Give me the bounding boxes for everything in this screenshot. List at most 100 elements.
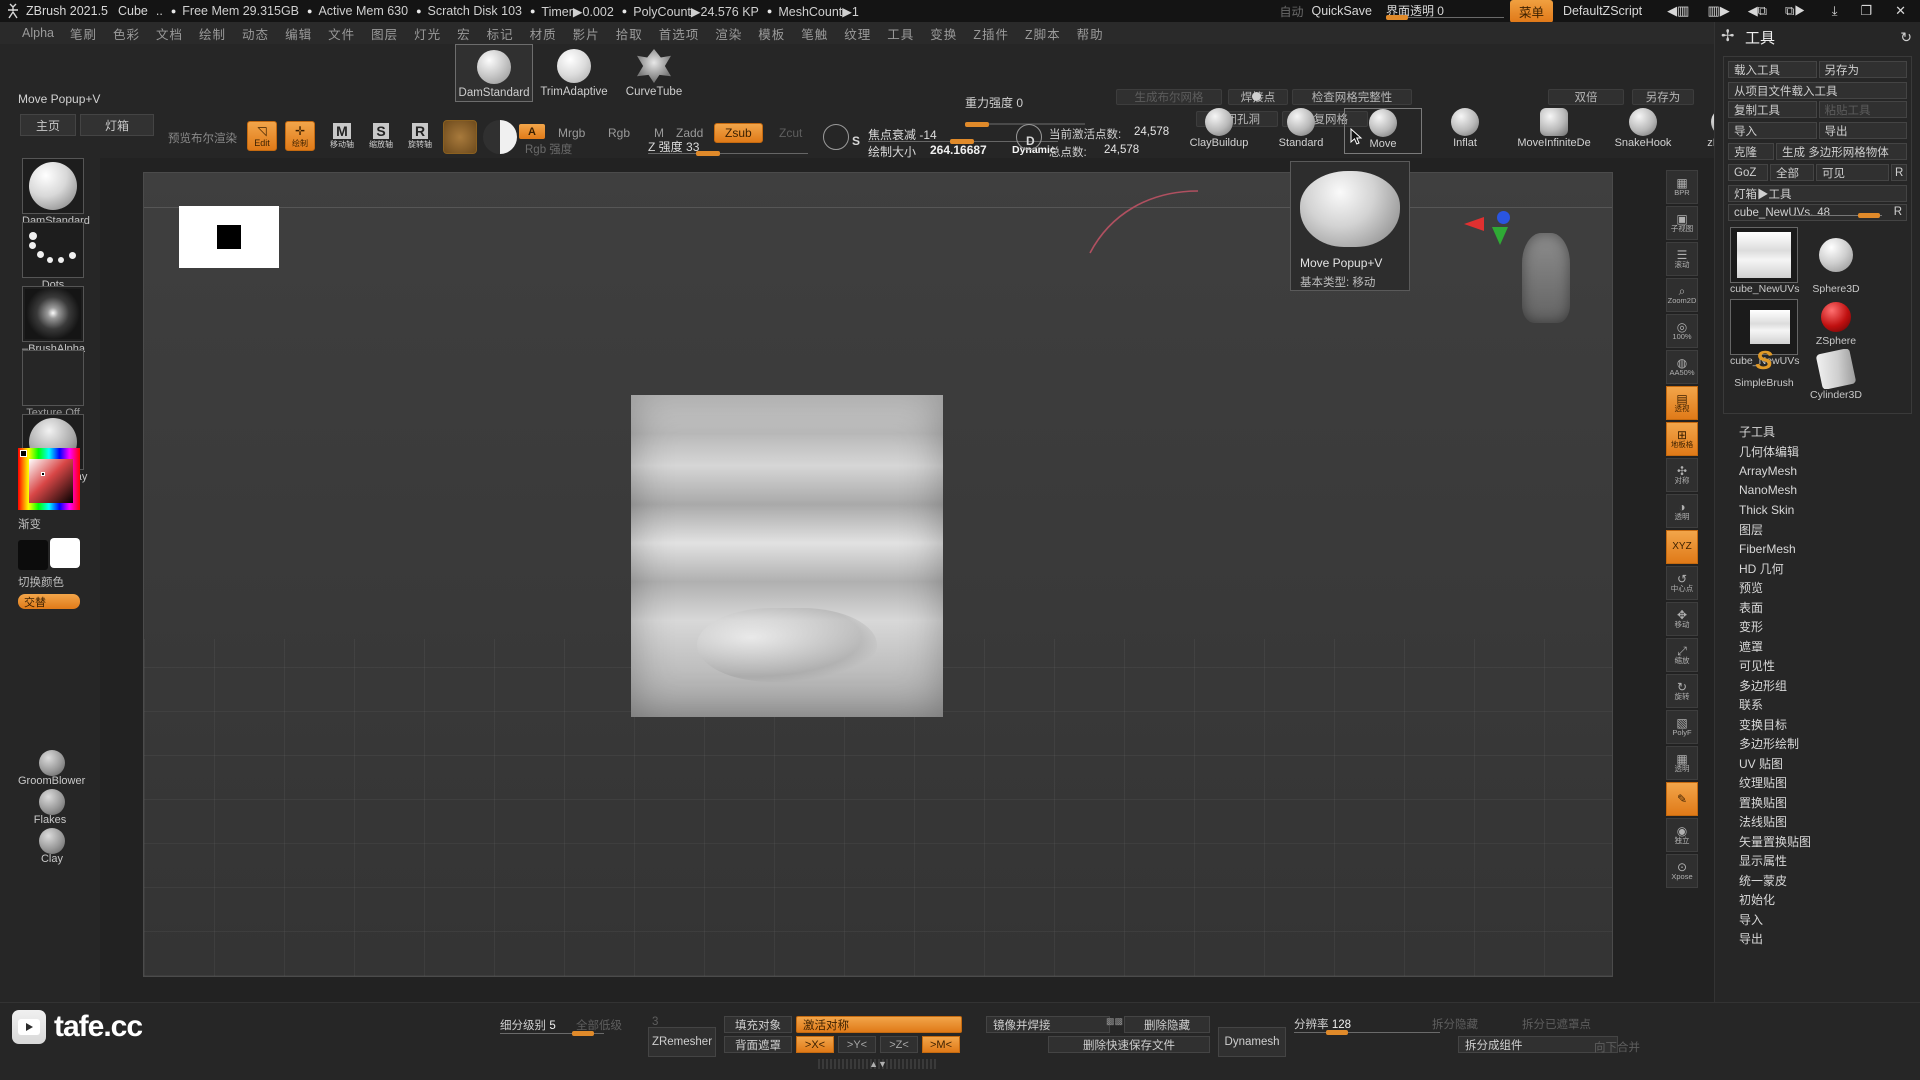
menu-item-macro[interactable]: 宏 — [449, 22, 479, 45]
switch-color-label[interactable]: 切换颜色 — [18, 574, 64, 590]
zoom2d-button[interactable]: ⌕ Zoom2D — [1666, 278, 1698, 312]
section-displacement-map[interactable]: 置换贴图 — [1715, 793, 1920, 813]
brush-slot-moveinfinitede[interactable]: MoveInfiniteDe — [1508, 108, 1600, 154]
symmetry-z-button[interactable]: >Z< — [880, 1036, 918, 1053]
auto-label[interactable]: 自动 — [1279, 3, 1303, 20]
recent-brush-damstandard[interactable]: DamStandard — [455, 44, 533, 102]
slider-knob[interactable] — [1385, 15, 1408, 20]
transparency-button[interactable]: ◑ 透明 — [1666, 494, 1698, 528]
recent-brush-trimadaptive[interactable]: TrimAdaptive — [535, 44, 613, 102]
restore-icon[interactable]: ❐ — [1860, 3, 1872, 19]
import-tool-button[interactable]: 导入 — [1728, 122, 1817, 139]
clone-button[interactable]: 克隆 — [1728, 143, 1774, 160]
viewport-canvas[interactable] — [143, 172, 1613, 977]
save-as-button[interactable]: 另存为 — [1632, 89, 1694, 105]
secondary-color-swatch[interactable] — [50, 538, 80, 568]
symmetry-y-button[interactable]: >Y< — [838, 1036, 876, 1053]
rgb-button[interactable]: Rgb — [600, 124, 638, 142]
section-normal-map[interactable]: 法线贴图 — [1715, 812, 1920, 832]
draw-button[interactable]: ✛ 绘制 — [285, 121, 315, 151]
polyframe-button[interactable]: ▧ PolyF — [1666, 710, 1698, 744]
merge-down-button[interactable]: 向下合并 — [1594, 1039, 1640, 1055]
slider-knob[interactable] — [1326, 1030, 1348, 1035]
scroll-button[interactable]: ☰ 滚动 — [1666, 242, 1698, 276]
menu-item-edit[interactable]: 编辑 — [277, 22, 320, 45]
menu-item-marker[interactable]: 标记 — [479, 22, 522, 45]
move-axis-button[interactable]: M 移动轴 — [327, 121, 357, 151]
alternate-button[interactable]: 交替 — [18, 594, 80, 609]
recent-brush-curvetube[interactable]: CurveTube — [615, 44, 693, 102]
section-nanomesh[interactable]: NanoMesh — [1715, 481, 1920, 501]
z-intensity-slider[interactable]: Z 强度 33 — [648, 138, 808, 156]
frame-button[interactable]: ↺ 中心点 — [1666, 566, 1698, 600]
section-polygroups[interactable]: 多边形组 — [1715, 676, 1920, 696]
section-visibility[interactable]: 可见性 — [1715, 656, 1920, 676]
goz-button[interactable]: GoZ — [1728, 164, 1768, 181]
refresh-icon[interactable]: ↻ — [1900, 29, 1912, 46]
edit-rail-button[interactable]: ✎ — [1666, 782, 1698, 816]
tool-thumb-zsphere[interactable]: ZSphere Cylinder3D — [1802, 299, 1870, 401]
menu-item-stroke[interactable]: 笔触 — [793, 22, 836, 45]
split-hidden-button[interactable]: 拆分隐藏 — [1432, 1016, 1478, 1032]
all-low-button[interactable]: 全部低级 — [576, 1017, 622, 1033]
gradient-label[interactable]: 渐变 — [18, 516, 41, 532]
section-deformation[interactable]: 变形 — [1715, 617, 1920, 637]
aahalf-button[interactable]: ◍ AA50% — [1666, 350, 1698, 384]
menu-item-draw[interactable]: 绘制 — [191, 22, 234, 45]
activate-symmetry-button[interactable]: 激活对称 — [796, 1016, 962, 1033]
rotate-axis-button[interactable]: R 旋转轴 — [405, 121, 435, 151]
menu-item-movie[interactable]: 影片 — [565, 22, 608, 45]
axis-gizmo[interactable] — [1464, 211, 1510, 245]
zremesher-button[interactable]: ZRemesher — [648, 1027, 716, 1057]
fill-object-button[interactable]: 填充对象 — [724, 1016, 792, 1033]
xpose-button[interactable]: ⊙ Xpose — [1666, 854, 1698, 888]
section-polypaint[interactable]: 多边形绘制 — [1715, 734, 1920, 754]
menu-item-stencil[interactable]: 模板 — [750, 22, 793, 45]
load-tool-button[interactable]: 载入工具 — [1728, 61, 1817, 78]
symmetry-x-button[interactable]: >X< — [796, 1036, 834, 1053]
backface-mask-button[interactable]: 背面遮罩 — [724, 1036, 792, 1053]
section-layers[interactable]: 图层 — [1715, 520, 1920, 540]
minimize-icon[interactable]: ⤓ — [1832, 3, 1838, 19]
rotate-button[interactable]: ↻ 旋转 — [1666, 674, 1698, 708]
slider-knob[interactable] — [696, 151, 720, 156]
edit-button[interactable]: ◹ Edit — [247, 121, 277, 151]
section-import[interactable]: 导入 — [1715, 910, 1920, 930]
switch-material-icon[interactable] — [483, 120, 517, 154]
lightbox-tool-button[interactable]: 灯箱▶工具 — [1728, 185, 1907, 202]
symmetry-m-button[interactable]: >M< — [922, 1036, 960, 1053]
tool-thumb-simplebrush[interactable]: S SimpleBrush — [1730, 343, 1798, 405]
prev-tray-icon[interactable]: ◀▥ — [1667, 3, 1689, 19]
menu-item-help[interactable]: 帮助 — [1069, 22, 1112, 45]
move-button[interactable]: ✥ 移动 — [1666, 602, 1698, 636]
floor-button[interactable]: ⊞ 地板格 — [1666, 422, 1698, 456]
tool-thumb-sphere3d[interactable]: Sphere3D — [1802, 227, 1870, 295]
menu-item-file[interactable]: 文件 — [320, 22, 363, 45]
section-surface[interactable]: 表面 — [1715, 598, 1920, 618]
export-tool-button[interactable]: 导出 — [1818, 122, 1907, 139]
subview-button[interactable]: ▣ 子视图 — [1666, 206, 1698, 240]
delete-quicksave-files-button[interactable]: 删除快速保存文件 — [1048, 1036, 1210, 1053]
menu-item-document[interactable]: 文档 — [148, 22, 191, 45]
section-arraymesh[interactable]: ArrayMesh — [1715, 461, 1920, 481]
mirror-and-weld-button[interactable]: 镜像并焊接 — [986, 1016, 1110, 1033]
section-geometry[interactable]: 几何体编辑 — [1715, 442, 1920, 462]
section-morph-target[interactable]: 变换目标 — [1715, 715, 1920, 735]
menu-item-texture[interactable]: 纹理 — [836, 22, 879, 45]
section-masking[interactable]: 遮罩 — [1715, 637, 1920, 657]
menu-item-alpha[interactable]: Alpha — [14, 24, 62, 42]
current-stroke-swatch[interactable]: Dots — [22, 222, 84, 291]
menu-item-preferences[interactable]: 首选项 — [651, 22, 708, 45]
bpr-render-button[interactable]: ▦ BPR — [1666, 170, 1698, 204]
section-texture-map[interactable]: 纹理贴图 — [1715, 773, 1920, 793]
paste-tool-button[interactable]: 粘贴工具 — [1818, 101, 1907, 118]
mrgb-button[interactable]: Mrgb — [550, 124, 593, 142]
close-icon[interactable]: ✕ — [1895, 3, 1906, 19]
menu-item-light[interactable]: 灯光 — [406, 22, 449, 45]
color-picker[interactable] — [18, 448, 80, 510]
copy-tool-button[interactable]: 复制工具 — [1728, 101, 1817, 118]
section-preview[interactable]: 预览 — [1715, 578, 1920, 598]
panel-resize-handle[interactable]: ▲▼ — [818, 1059, 938, 1069]
color-picker-gradient[interactable] — [29, 459, 73, 503]
lightbox-button[interactable]: 灯箱 — [80, 114, 154, 136]
